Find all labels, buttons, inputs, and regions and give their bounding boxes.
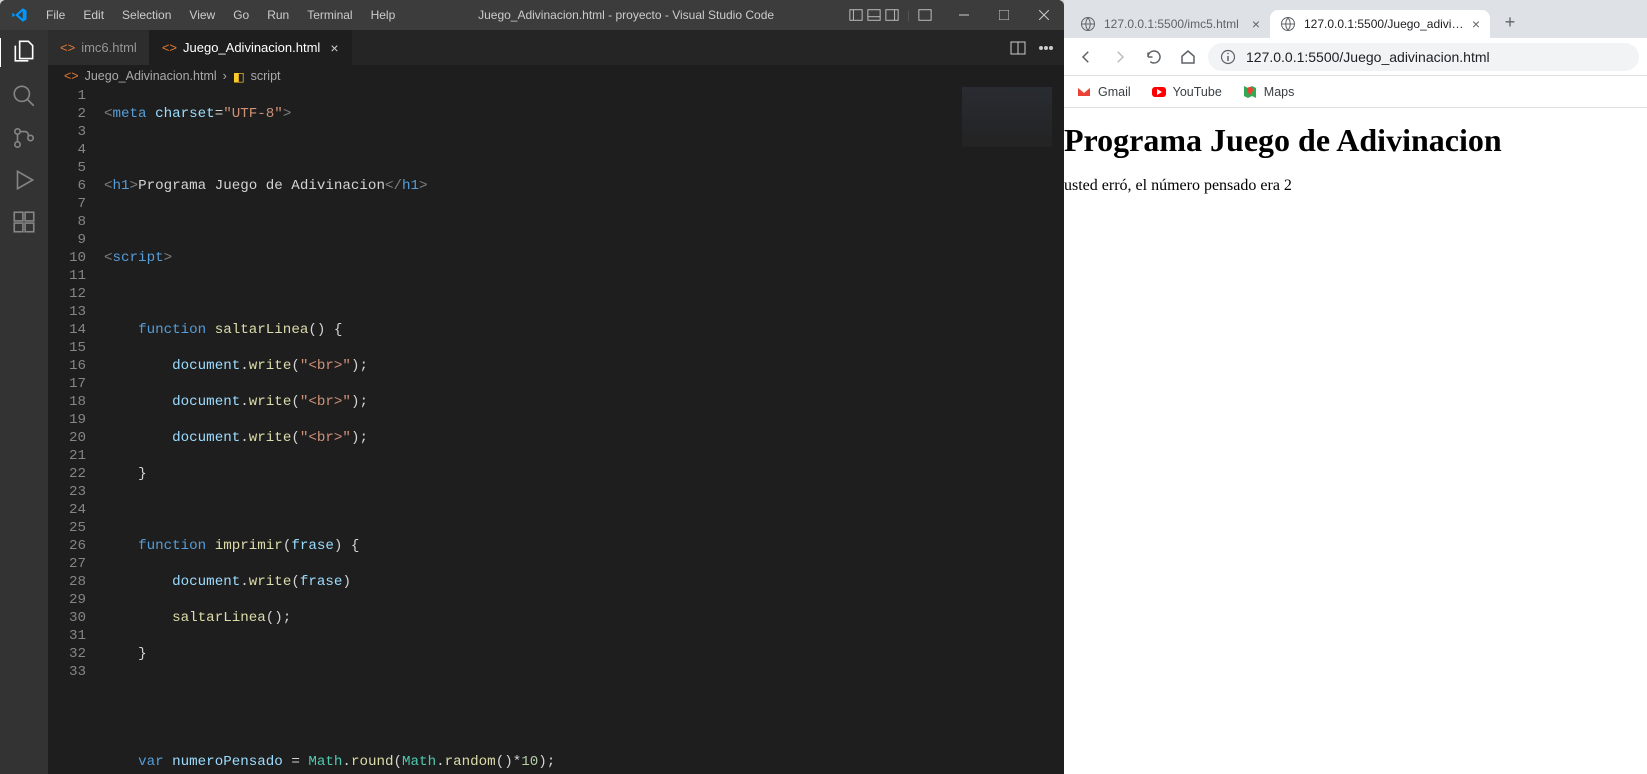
bookmark-gmail[interactable]: Gmail [1076,84,1131,100]
reload-button[interactable] [1140,43,1168,71]
close-icon[interactable]: × [1252,16,1260,32]
menu-selection[interactable]: Selection [114,4,179,26]
more-icon[interactable] [1038,40,1054,56]
layout-icons: | [849,8,944,22]
breadcrumb[interactable]: <> Juego_Adivinacion.html › ◧ script [48,65,1064,87]
line-gutter: 1234567891011121314151617181920212223242… [48,87,104,774]
bookmark-label: Maps [1264,85,1295,99]
menu-view[interactable]: View [181,4,223,26]
vscode-body: <> imc6.html <> Juego_Adivinacion.html ×… [0,30,1064,774]
page-body-text: usted erró, el número pensado era 2 [1064,177,1647,195]
tab-imc6[interactable]: <> imc6.html [48,30,150,65]
browser-tab-imc5[interactable]: 127.0.0.1:5500/imc5.html × [1070,10,1270,38]
chrome-tabstrip: 127.0.0.1:5500/imc5.html × 127.0.0.1:550… [1064,0,1647,38]
source-control-icon[interactable] [11,125,37,151]
address-bar[interactable]: 127.0.0.1:5500/Juego_adivinacion.html [1208,43,1639,71]
page-content: Programa Juego de Adivinacion usted erró… [1064,108,1647,774]
chrome-toolbar: 127.0.0.1:5500/Juego_adivinacion.html [1064,38,1647,76]
layout-icon[interactable] [867,8,881,22]
home-button[interactable] [1174,43,1202,71]
close-icon[interactable]: × [330,40,338,56]
menu-terminal[interactable]: Terminal [299,4,360,26]
html-file-icon: <> [60,40,75,55]
back-button[interactable] [1072,43,1100,71]
maps-icon [1242,84,1258,100]
site-info-icon[interactable] [1220,49,1236,65]
page-heading: Programa Juego de Adivinacion [1064,122,1647,159]
activitybar [0,30,48,774]
menu-run[interactable]: Run [259,4,297,26]
breadcrumb-symbol: script [251,69,281,83]
forward-button[interactable] [1106,43,1134,71]
tab-title: 127.0.0.1:5500/Juego_adivinacion [1304,17,1464,31]
editor-tabbar: <> imc6.html <> Juego_Adivinacion.html × [48,30,1064,65]
html-file-icon: <> [162,40,177,55]
files-icon[interactable] [11,38,37,64]
script-icon: ◧ [233,69,245,84]
gmail-icon [1076,84,1092,100]
browser-tab-juego[interactable]: 127.0.0.1:5500/Juego_adivinacion × [1270,10,1490,38]
layout-icon[interactable] [885,8,899,22]
search-icon[interactable] [11,83,37,109]
tab-label: imc6.html [81,40,137,55]
vscode-logo-icon [10,6,28,24]
bookmark-label: YouTube [1173,85,1222,99]
breadcrumb-file: Juego_Adivinacion.html [85,69,217,83]
chrome-window: 127.0.0.1:5500/imc5.html × 127.0.0.1:550… [1064,0,1647,774]
editor-area: <> imc6.html <> Juego_Adivinacion.html ×… [48,30,1064,774]
menu-go[interactable]: Go [225,4,257,26]
tabbar-actions [1000,30,1064,65]
menubar: File Edit Selection View Go Run Terminal… [38,4,403,26]
maximize-button[interactable] [984,0,1024,30]
globe-icon [1080,16,1096,32]
tab-label: Juego_Adivinacion.html [183,40,320,55]
code-editor[interactable]: 1234567891011121314151617181920212223242… [48,87,1064,774]
new-tab-button[interactable]: + [1496,8,1524,36]
code-content[interactable]: <meta charset="UTF-8"> <h1>Programa Jueg… [104,87,1064,774]
layout-icon[interactable] [849,8,863,22]
layout-icon[interactable] [918,8,932,22]
bookmark-youtube[interactable]: YouTube [1151,84,1222,100]
bookmark-maps[interactable]: Maps [1242,84,1295,100]
run-debug-icon[interactable] [11,167,37,193]
extensions-icon[interactable] [11,209,37,235]
html-file-icon: <> [64,69,79,83]
menu-help[interactable]: Help [363,4,404,26]
close-button[interactable] [1024,0,1064,30]
window-title: Juego_Adivinacion.html - proyecto - Visu… [403,8,849,22]
bookmark-label: Gmail [1098,85,1131,99]
globe-icon [1280,16,1296,32]
chevron-right-icon: › [223,69,227,83]
vscode-titlebar: File Edit Selection View Go Run Terminal… [0,0,1064,30]
tab-juego-adivinacion[interactable]: <> Juego_Adivinacion.html × [150,30,352,65]
menu-edit[interactable]: Edit [75,4,112,26]
bookmarks-bar: Gmail YouTube Maps [1064,76,1647,108]
youtube-icon [1151,84,1167,100]
tab-title: 127.0.0.1:5500/imc5.html [1104,17,1244,31]
vscode-window: File Edit Selection View Go Run Terminal… [0,0,1064,774]
menu-file[interactable]: File [38,4,73,26]
close-icon[interactable]: × [1472,16,1480,32]
url-text: 127.0.0.1:5500/Juego_adivinacion.html [1246,49,1490,65]
minimize-button[interactable] [944,0,984,30]
split-editor-icon[interactable] [1010,40,1026,56]
